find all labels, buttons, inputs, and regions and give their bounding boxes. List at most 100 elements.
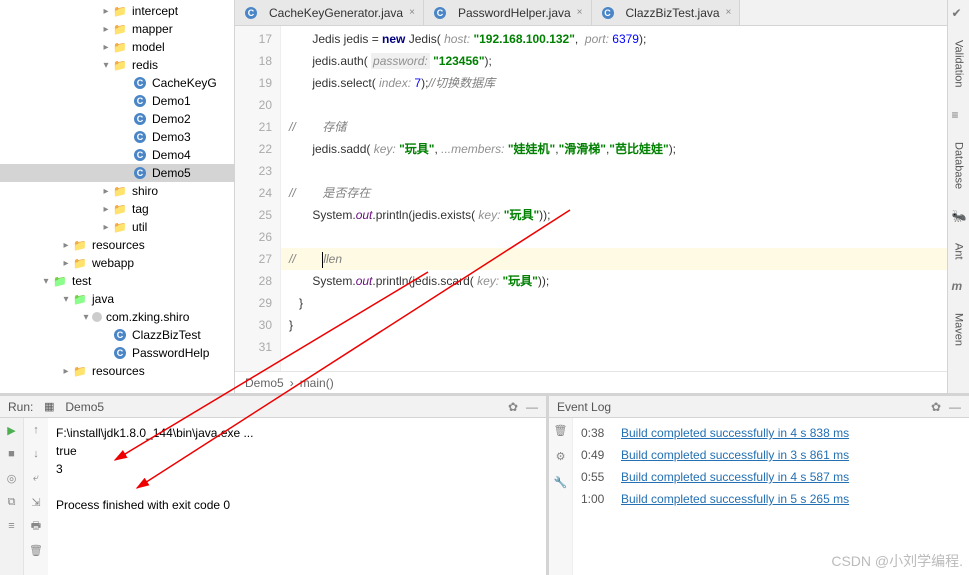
tree-item-util[interactable]: util [0, 218, 234, 236]
chevron-icon[interactable] [60, 258, 72, 269]
tree-item-test[interactable]: test [0, 272, 234, 290]
event-row[interactable]: 0:55Build completed successfully in 4 s … [573, 466, 969, 488]
class-icon [132, 165, 148, 181]
editor-tab[interactable]: ClazzBizTest.java × [592, 0, 741, 25]
ant-icon[interactable]: 🐜 [952, 209, 966, 223]
chevron-icon[interactable] [100, 222, 112, 233]
print-button[interactable]: 🖶 [28, 518, 44, 534]
tree-item-intercept[interactable]: intercept [0, 2, 234, 20]
down-button[interactable]: ↓ [28, 446, 44, 462]
event-settings-icon[interactable]: ✿ [931, 400, 941, 414]
chevron-icon[interactable] [60, 366, 72, 377]
stop-button[interactable]: ■ [4, 446, 20, 462]
folder-icon [72, 363, 88, 379]
chevron-icon[interactable] [100, 6, 112, 17]
folder-icon [112, 21, 128, 37]
chevron-icon[interactable] [80, 312, 92, 323]
editor-tab[interactable]: PasswordHelper.java× [424, 0, 592, 25]
tree-label: ClazzBizTest [132, 328, 201, 342]
tree-item-demo1[interactable]: Demo1 [0, 92, 234, 110]
maven-tab[interactable]: Maven [953, 313, 965, 346]
pin-button[interactable]: ≡ [4, 518, 20, 534]
event-message[interactable]: Build completed successfully in 4 s 838 … [621, 426, 849, 440]
tree-item-com.zking.shiro[interactable]: com.zking.shiro [0, 308, 234, 326]
breadcrumb-method[interactable]: main() [300, 376, 334, 390]
event-row[interactable]: 1:00Build completed successfully in 5 s … [573, 488, 969, 510]
run-title: Run: [8, 400, 33, 414]
tree-item-tag[interactable]: tag [0, 200, 234, 218]
wrap-button[interactable]: ⤶ [28, 470, 44, 486]
event-row[interactable]: 0:49 Build completed successfully in 3 s … [573, 444, 969, 466]
class-icon [132, 111, 148, 127]
tree-item-shiro[interactable]: shiro [0, 182, 234, 200]
tree-label: Demo4 [152, 148, 191, 162]
ant-tab[interactable]: Ant [953, 243, 965, 260]
tree-label: resources [92, 238, 145, 252]
folder-icon [92, 312, 102, 322]
tree-item-model[interactable]: model [0, 38, 234, 56]
event-minimize-icon[interactable]: — [949, 400, 961, 414]
database-tab[interactable]: Database [953, 142, 965, 189]
tree-item-cachekeyg[interactable]: CacheKeyG [0, 74, 234, 92]
chevron-icon[interactable] [100, 186, 112, 197]
event-row[interactable]: 0:38Build completed successfully in 4 s … [573, 422, 969, 444]
code-content[interactable]: Jedis jedis = new Jedis( host: "192.168.… [281, 26, 947, 371]
tree-item-clazzbiztest[interactable]: ClazzBizTest [0, 326, 234, 344]
chevron-icon[interactable] [60, 240, 72, 251]
event-clear-icon[interactable]: 🗑 [553, 422, 569, 438]
tree-item-redis[interactable]: redis [0, 56, 234, 74]
maven-icon[interactable]: m [952, 279, 966, 293]
tree-item-demo3[interactable]: Demo3 [0, 128, 234, 146]
editor-tabs[interactable]: CacheKeyGenerator.java×PasswordHelper.ja… [235, 0, 947, 26]
tab-label: ClazzBizTest.java [626, 6, 720, 20]
chevron-icon[interactable] [60, 294, 72, 305]
event-message[interactable]: Build completed successfully in 5 s 265 … [621, 492, 849, 506]
chevron-icon[interactable] [100, 60, 112, 71]
code-editor[interactable]: 171819202122232425262728293031 Jedis jed… [235, 26, 947, 371]
close-tab-icon[interactable]: × [726, 7, 732, 18]
tree-item-resources[interactable]: resources [0, 236, 234, 254]
trash-button[interactable]: 🗑 [28, 542, 44, 558]
project-tree[interactable]: interceptmappermodelredisCacheKeyGDemo1D… [0, 0, 235, 393]
minimize-icon[interactable]: — [526, 400, 538, 414]
tree-item-webapp[interactable]: webapp [0, 254, 234, 272]
event-list[interactable]: 0:38Build completed successfully in 4 s … [573, 418, 969, 575]
dump-button[interactable]: ◎ [4, 470, 20, 486]
tree-item-demo4[interactable]: Demo4 [0, 146, 234, 164]
event-time: 0:49 [581, 448, 613, 462]
tree-item-passwordhelp[interactable]: PasswordHelp [0, 344, 234, 362]
folder-icon [72, 237, 88, 253]
event-message[interactable]: Build completed successfully in 4 s 587 … [621, 470, 849, 484]
event-message[interactable]: Build completed successfully in 3 s 861 … [621, 448, 849, 462]
run-config-name[interactable]: Demo5 [65, 400, 104, 414]
validation-tab[interactable]: Validation [953, 40, 965, 88]
settings-icon[interactable]: ✿ [508, 400, 518, 414]
tree-item-demo2[interactable]: Demo2 [0, 110, 234, 128]
layout-button[interactable]: ⧉ [4, 494, 20, 510]
editor-tab[interactable]: CacheKeyGenerator.java× [235, 0, 424, 25]
line-gutter: 171819202122232425262728293031 [235, 26, 281, 371]
chevron-icon[interactable] [40, 276, 52, 287]
chevron-icon[interactable] [100, 204, 112, 215]
right-tool-strip[interactable]: ✔ Validation ≡ Database 🐜 Ant m Maven [947, 0, 969, 393]
database-icon[interactable]: ≡ [952, 108, 966, 122]
event-filter-icon[interactable]: ⚙ [553, 448, 569, 464]
checkmark-icon[interactable]: ✔ [952, 6, 966, 20]
tree-item-demo5[interactable]: Demo5 [0, 164, 234, 182]
tree-item-mapper[interactable]: mapper [0, 20, 234, 38]
breadcrumb-class[interactable]: Demo5 [245, 376, 284, 390]
console-output[interactable]: F:\install\jdk1.8.0_144\bin\java.exe ...… [48, 418, 546, 575]
breadcrumb[interactable]: Demo5 › main() [235, 371, 947, 393]
close-tab-icon[interactable]: × [577, 7, 583, 18]
class-icon [132, 129, 148, 145]
tree-item-resources[interactable]: resources [0, 362, 234, 380]
chevron-icon[interactable] [100, 24, 112, 35]
close-tab-icon[interactable]: × [409, 7, 415, 18]
chevron-icon[interactable] [100, 42, 112, 53]
tree-item-java[interactable]: java [0, 290, 234, 308]
rerun-button[interactable]: ▶ [4, 422, 20, 438]
event-wrench-icon[interactable]: 🔧 [553, 474, 569, 490]
folder-icon [112, 39, 128, 55]
up-button[interactable]: ↑ [28, 422, 44, 438]
scroll-button[interactable]: ⇲ [28, 494, 44, 510]
